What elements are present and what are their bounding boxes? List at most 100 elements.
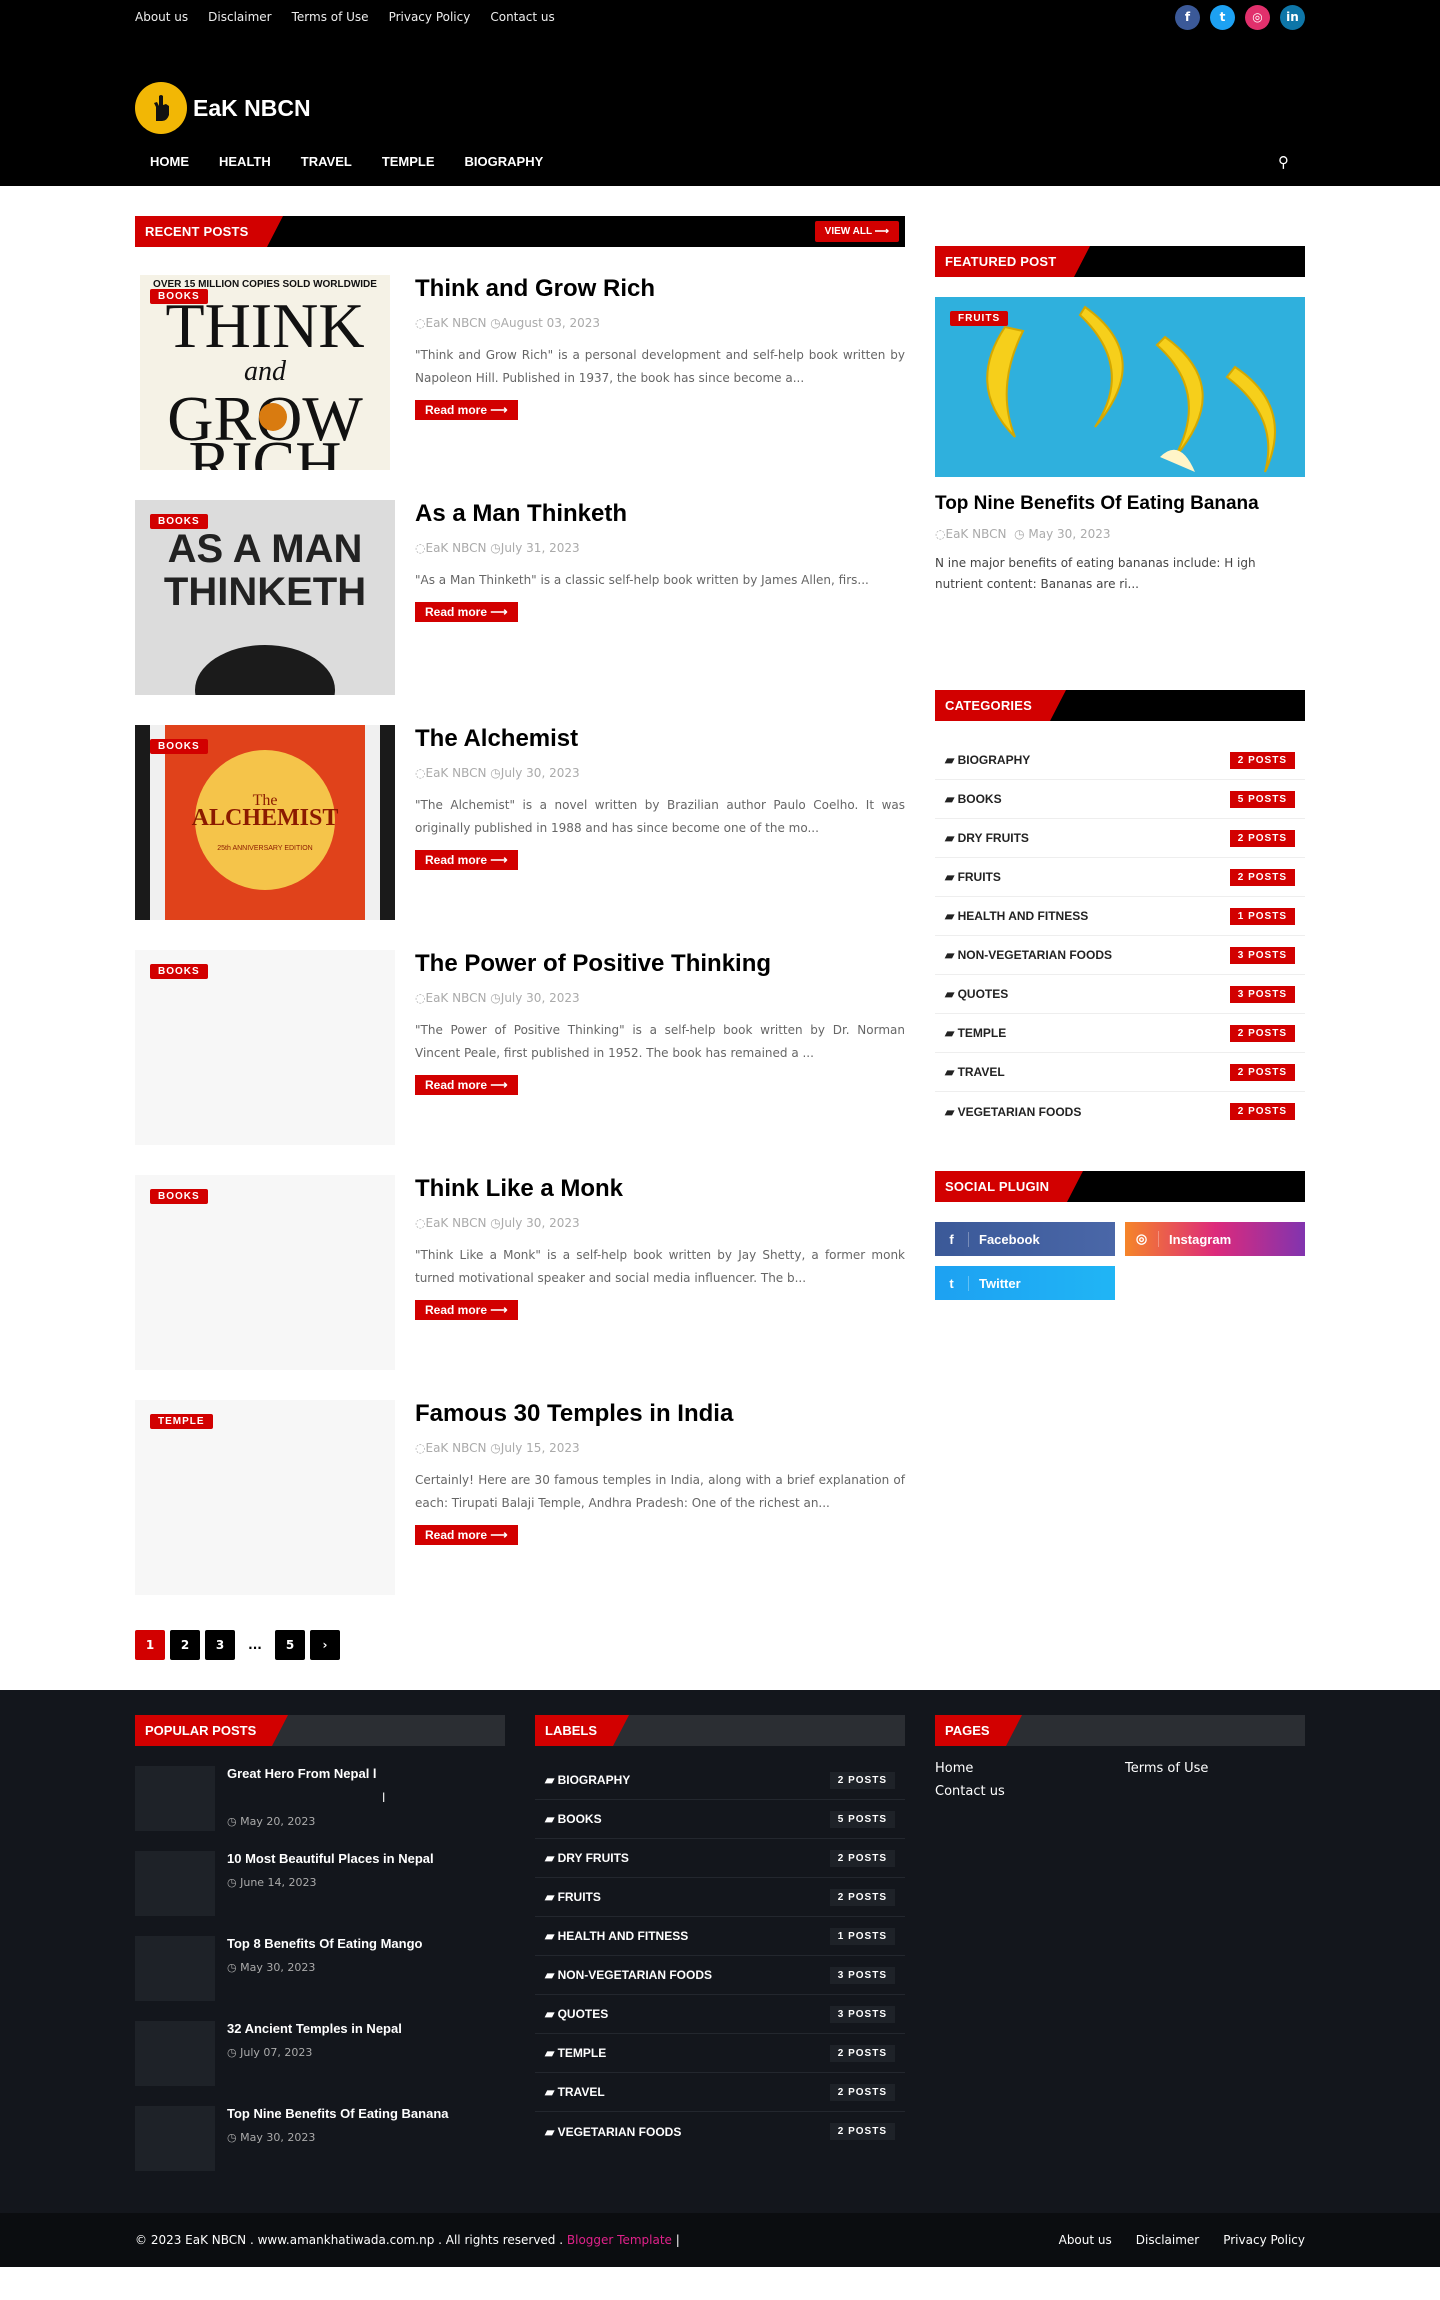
label-count: 3 POSTS [829,2005,895,2023]
popular-title[interactable]: Great Hero From Nepal l [227,1766,385,1781]
clock-icon: ◷ [490,315,501,330]
nav-item-health[interactable]: HEALTH [204,154,286,169]
post-thumbnail[interactable]: AS A MAN THINKETH BOOKS [135,500,395,695]
popular-post[interactable]: Top Nine Benefits Of Eating Banana ◷ May … [135,2106,505,2171]
nav-item-home[interactable]: HOME [135,154,204,169]
page-button[interactable]: 3 [205,1630,235,1660]
post-thumbnail[interactable]: TEMPLE [135,1400,395,1595]
read-more-button[interactable]: Read more ⟶ [415,1074,518,1095]
page-button[interactable]: 2 [170,1630,200,1660]
folder-icon: ▰ [545,2124,558,2139]
popular-title[interactable]: Top Nine Benefits Of Eating Banana [227,2106,449,2121]
post-title[interactable]: The Alchemist [415,725,905,754]
nav-item-temple[interactable]: TEMPLE [367,154,450,169]
social-button-instagram[interactable]: ◎ Instagram [1125,1222,1305,1256]
post-badge[interactable]: BOOKS [150,289,208,304]
popular-title[interactable]: 32 Ancient Temples in Nepal [227,2021,402,2036]
page-link[interactable]: Terms of Use [1125,1761,1305,1776]
popular-date: ◷ July 07, 2023 [227,2046,402,2059]
category-item[interactable]: ▰ QUOTES 3 POSTS [935,975,1305,1014]
featured-badge[interactable]: FRUITS [950,311,1009,326]
bottom-link[interactable]: About us [1059,2233,1112,2247]
label-item[interactable]: ▰ DRY FRUITS 2 POSTS [535,1839,905,1878]
read-more-button[interactable]: Read more ⟶ [415,849,518,870]
post-badge[interactable]: BOOKS [150,514,208,529]
category-item[interactable]: ▰ BOOKS 5 POSTS [935,780,1305,819]
top-link[interactable]: Privacy Policy [389,10,471,24]
social-button-twitter[interactable]: t Twitter [935,1266,1115,1300]
top-link[interactable]: Terms of Use [292,10,369,24]
popular-title[interactable]: 10 Most Beautiful Places in Nepal [227,1851,434,1866]
popular-thumbnail[interactable] [135,2106,215,2171]
popular-thumbnail[interactable] [135,2021,215,2086]
page-button[interactable]: 1 [135,1630,165,1660]
top-link[interactable]: Disclaimer [208,10,271,24]
popular-post[interactable]: Top 8 Benefits Of Eating Mango ◷ May 30, … [135,1936,505,2001]
label-item[interactable]: ▰ TRAVEL 2 POSTS [535,2073,905,2112]
page-button[interactable]: 5 [275,1630,305,1660]
post-badge[interactable]: TEMPLE [150,1414,213,1429]
instagram-icon[interactable]: ◎ [1245,4,1270,30]
page-link[interactable]: Contact us [935,1784,1125,1799]
nav-item-travel[interactable]: TRAVEL [286,154,367,169]
featured-post-link[interactable]: Top Nine Benefits Of Eating Banana [935,493,1305,515]
post-thumbnail[interactable]: BOOKS [135,1175,395,1370]
popular-title[interactable]: Top 8 Benefits Of Eating Mango [227,1936,422,1951]
post-title[interactable]: Think and Grow Rich [415,275,905,304]
category-item[interactable]: ▰ BIOGRAPHY 2 POSTS [935,741,1305,780]
category-item[interactable]: ▰ TRAVEL 2 POSTS [935,1053,1305,1092]
post-thumbnail[interactable]: BOOKS [135,950,395,1145]
blogger-template-link[interactable]: Blogger Template [567,2233,672,2247]
top-link[interactable]: Contact us [490,10,554,24]
label-item[interactable]: ▰ BIOGRAPHY 2 POSTS [535,1761,905,1800]
category-item[interactable]: ▰ TEMPLE 2 POSTS [935,1014,1305,1053]
post-badge[interactable]: BOOKS [150,1189,208,1204]
popular-thumbnail[interactable] [135,1936,215,2001]
next-page-button[interactable]: › [310,1630,340,1660]
page-link[interactable]: Home [935,1761,1125,1776]
search-icon[interactable]: ⚲ [1278,153,1289,171]
site-logo[interactable]: EaK NBCN [135,82,311,134]
facebook-icon[interactable]: f [1175,4,1200,30]
post-thumbnail[interactable]: The ALCHEMIST 25th ANNIVERSARY EDITION BO… [135,725,395,920]
linkedin-icon[interactable]: in [1280,4,1305,30]
view-all-button[interactable]: VIEW ALL ⟶ [814,221,899,242]
post-title[interactable]: Famous 30 Temples in India [415,1400,905,1429]
social-button-facebook[interactable]: f Facebook [935,1222,1115,1256]
post-thumbnail[interactable]: OVER 15 MILLION COPIES SOLD WORLDWIDE TH… [135,275,395,470]
post-title[interactable]: The Power of Positive Thinking [415,950,905,979]
read-more-button[interactable]: Read more ⟶ [415,601,518,622]
popular-post[interactable]: Great Hero From Nepal l l ◷ May 20, 2023 [135,1766,505,1831]
label-item[interactable]: ▰ HEALTH AND FITNESS 1 POSTS [535,1917,905,1956]
category-item[interactable]: ▰ DRY FRUITS 2 POSTS [935,819,1305,858]
popular-thumbnail[interactable] [135,1851,215,1916]
read-more-button[interactable]: Read more ⟶ [415,1524,518,1545]
post-title[interactable]: Think Like a Monk [415,1175,905,1204]
label-item[interactable]: ▰ QUOTES 3 POSTS [535,1995,905,2034]
read-more-button[interactable]: Read more ⟶ [415,399,518,420]
top-link[interactable]: About us [135,10,188,24]
post-meta: ◌EaK NBCN ◷July 31, 2023 [415,541,905,555]
category-item[interactable]: ▰ NON-VEGETARIAN FOODS 3 POSTS [935,936,1305,975]
label-item[interactable]: ▰ TEMPLE 2 POSTS [535,2034,905,2073]
label-item[interactable]: ▰ BOOKS 5 POSTS [535,1800,905,1839]
twitter-icon[interactable]: t [1210,4,1235,30]
popular-post[interactable]: 10 Most Beautiful Places in Nepal ◷ June … [135,1851,505,1916]
post-title[interactable]: As a Man Thinketh [415,500,905,529]
category-item[interactable]: ▰ VEGETARIAN FOODS 2 POSTS [935,1092,1305,1131]
post-badge[interactable]: BOOKS [150,739,208,754]
category-item[interactable]: ▰ HEALTH AND FITNESS 1 POSTS [935,897,1305,936]
featured-post-image[interactable]: FRUITS [935,297,1305,477]
bottom-link[interactable]: Privacy Policy [1223,2233,1305,2247]
popular-thumbnail[interactable] [135,1766,215,1831]
label-item[interactable]: ▰ FRUITS 2 POSTS [535,1878,905,1917]
label-item[interactable]: ▰ VEGETARIAN FOODS 2 POSTS [535,2112,905,2151]
popular-post[interactable]: 32 Ancient Temples in Nepal ◷ July 07, 20… [135,2021,505,2086]
read-more-button[interactable]: Read more ⟶ [415,1299,518,1320]
logo-text: EaK NBCN [193,94,311,121]
post-badge[interactable]: BOOKS [150,964,208,979]
bottom-link[interactable]: Disclaimer [1136,2233,1199,2247]
label-item[interactable]: ▰ NON-VEGETARIAN FOODS 3 POSTS [535,1956,905,1995]
category-item[interactable]: ▰ FRUITS 2 POSTS [935,858,1305,897]
nav-item-biography[interactable]: BIOGRAPHY [450,154,559,169]
